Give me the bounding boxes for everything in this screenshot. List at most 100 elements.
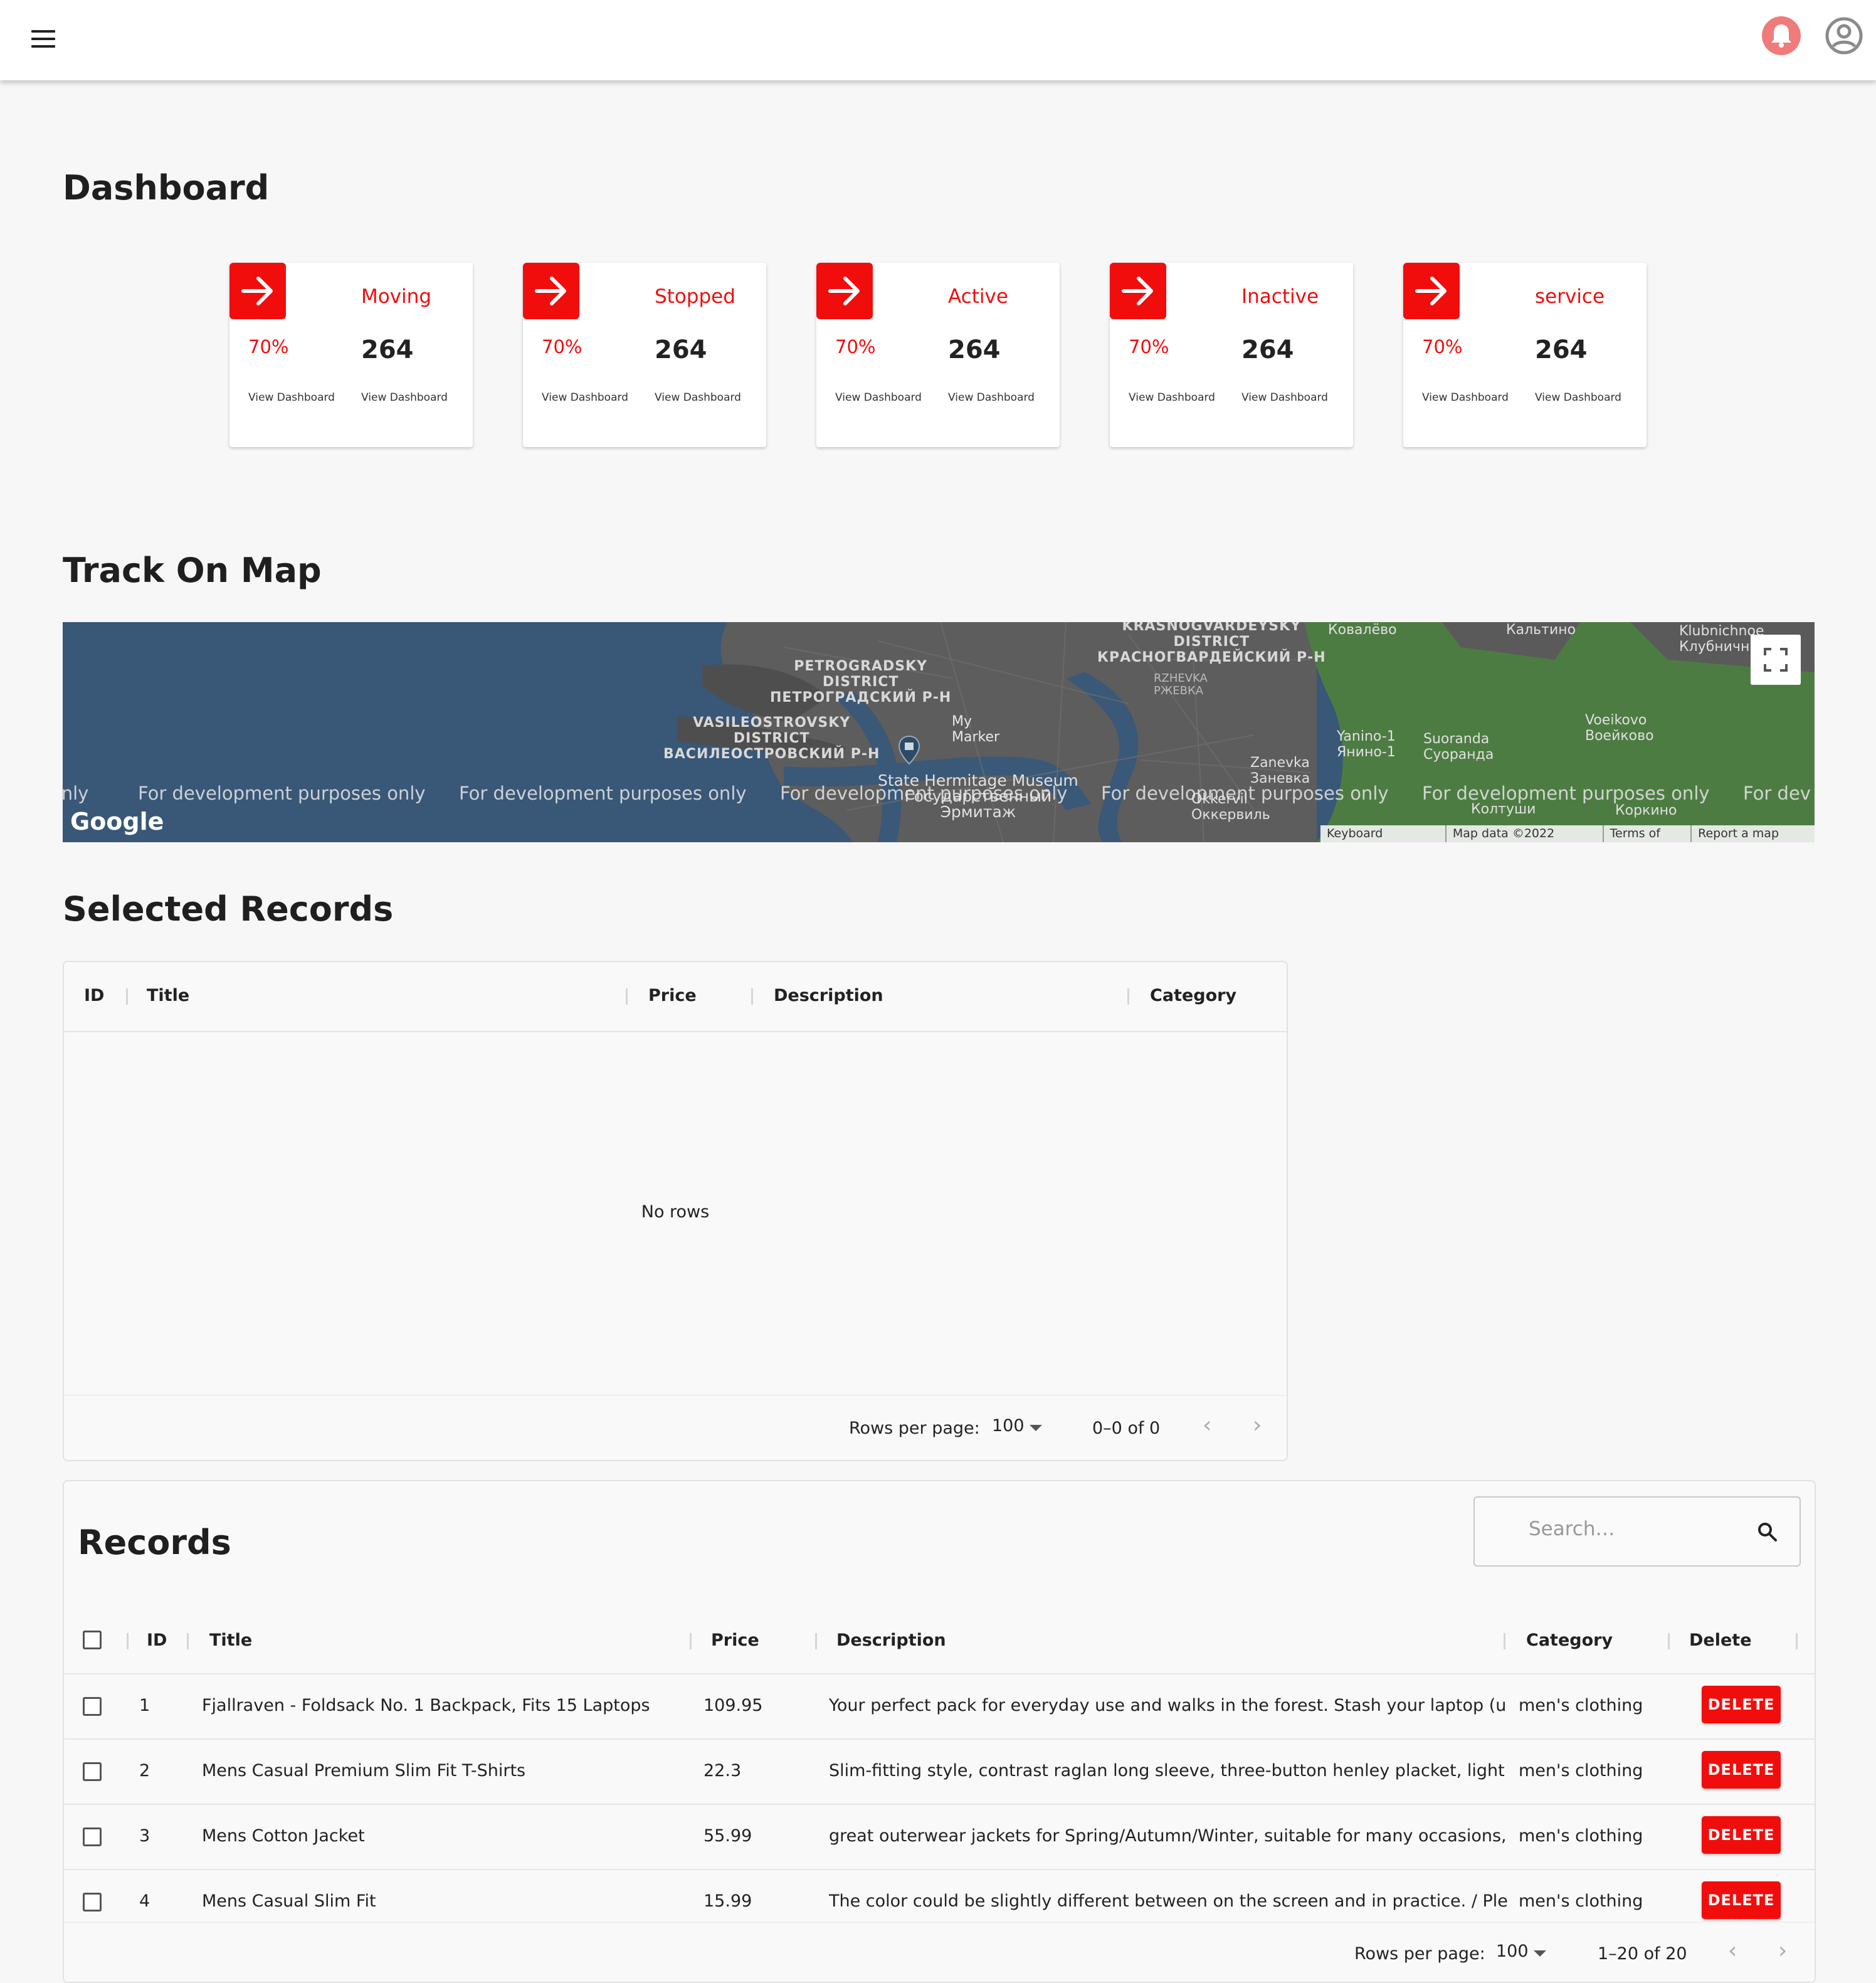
card-count: 264 xyxy=(948,336,1001,364)
map-view[interactable]: PETROGRADSKY DISTRICT ПЕТРОГРАДСКИЙ Р-Н VA… xyxy=(63,622,1815,842)
delete-button[interactable]: DELETE xyxy=(1702,1881,1781,1919)
arrow-right-icon[interactable] xyxy=(523,263,579,319)
select-all-checkbox[interactable] xyxy=(83,1631,102,1649)
map-label-zanevka: Zanevka Заневка xyxy=(1250,755,1310,786)
notifications-button[interactable] xyxy=(1762,16,1801,55)
map-label-voeikovo: Voeikovo Воейково xyxy=(1585,712,1654,744)
column-header-description[interactable]: Description xyxy=(836,1631,946,1650)
row-checkbox[interactable] xyxy=(83,1762,102,1781)
column-header-delete[interactable]: Delete xyxy=(1689,1631,1752,1650)
cell-category: men's clothing xyxy=(1519,1891,1643,1911)
delete-button[interactable]: DELETE xyxy=(1702,1816,1781,1854)
table-row[interactable]: 4 Mens Casual Slim Fit 15.99 The color c… xyxy=(64,1869,1815,1923)
column-header-price[interactable]: Price xyxy=(648,986,697,1005)
view-dashboard-link[interactable]: View Dashboard xyxy=(1129,391,1215,404)
cell-category: men's clothing xyxy=(1519,1761,1643,1780)
delete-button[interactable]: DELETE xyxy=(1702,1686,1781,1723)
pagination-range: 1–20 of 20 xyxy=(1598,1944,1687,1964)
grid-header: ID Title Price Description Category xyxy=(64,962,1287,1032)
table-row[interactable]: 2 Mens Casual Premium Slim Fit T-Shirts … xyxy=(64,1738,1815,1804)
view-dashboard-link[interactable]: View Dashboard xyxy=(655,391,741,404)
status-card-inactive[interactable]: Inactive 70% 264 View Dashboard View Das… xyxy=(1110,263,1353,447)
delete-button[interactable]: DELETE xyxy=(1702,1751,1781,1789)
dev-watermark: onlyFor development purposes onlyFor dev… xyxy=(63,783,1811,804)
view-dashboard-link[interactable]: View Dashboard xyxy=(1241,391,1328,404)
row-checkbox[interactable] xyxy=(83,1827,102,1846)
fullscreen-button[interactable] xyxy=(1751,635,1801,685)
card-percent: 70% xyxy=(1129,336,1169,357)
status-card-stopped[interactable]: Stopped 70% 264 View Dashboard View Dash… xyxy=(523,263,766,447)
grid-header: ID Title Price Description Category Dele… xyxy=(64,1605,1815,1673)
cell-title: Mens Casual Slim Fit xyxy=(202,1891,376,1911)
column-separator[interactable] xyxy=(187,1633,189,1649)
cell-title: Fjallraven - Foldsack No. 1 Backpack, Fi… xyxy=(202,1696,650,1715)
table-row[interactable]: 1 Fjallraven - Foldsack No. 1 Backpack, … xyxy=(64,1673,1815,1738)
arrow-right-icon[interactable] xyxy=(1403,263,1460,319)
card-percent: 70% xyxy=(248,336,289,357)
records-grid: Records Search… ID Title Price Descripti… xyxy=(63,1480,1816,1983)
previous-page-icon[interactable]: ‹ xyxy=(1203,1412,1211,1438)
chevron-down-icon[interactable] xyxy=(1534,1950,1546,1957)
map-label-kovalevo: Ковалёво xyxy=(1328,622,1397,638)
rows-per-page-select[interactable]: 100 xyxy=(992,1416,1025,1436)
no-rows-message: No rows xyxy=(641,1202,710,1222)
table-row[interactable]: 3 Mens Cotton Jacket 55.99 great outerwe… xyxy=(64,1804,1815,1869)
status-card-active[interactable]: Active 70% 264 View Dashboard View Dashb… xyxy=(816,263,1060,447)
column-header-id[interactable]: ID xyxy=(84,986,104,1005)
search-icon[interactable] xyxy=(1757,1521,1778,1543)
search-input[interactable]: Search… xyxy=(1473,1496,1801,1567)
view-dashboard-link[interactable]: View Dashboard xyxy=(542,391,628,404)
column-separator[interactable] xyxy=(1504,1633,1505,1649)
column-header-price[interactable]: Price xyxy=(711,1631,759,1650)
column-separator[interactable] xyxy=(126,988,128,1005)
cell-id: 1 xyxy=(139,1696,150,1715)
view-dashboard-link[interactable]: View Dashboard xyxy=(1535,391,1621,404)
cell-price: 109.95 xyxy=(704,1696,763,1715)
view-dashboard-link[interactable]: View Dashboard xyxy=(835,391,922,404)
view-dashboard-link[interactable]: View Dashboard xyxy=(361,391,448,404)
row-checkbox[interactable] xyxy=(83,1697,102,1716)
column-separator[interactable] xyxy=(751,988,753,1005)
column-separator[interactable] xyxy=(1127,988,1129,1005)
next-page-icon[interactable]: › xyxy=(1778,1938,1787,1964)
column-separator[interactable] xyxy=(815,1633,817,1649)
rows-per-page-select[interactable]: 100 xyxy=(1496,1942,1529,1961)
arrow-right-icon[interactable] xyxy=(816,263,873,319)
column-header-description[interactable]: Description xyxy=(774,986,883,1005)
report-map-error-link[interactable]: Report a map error xyxy=(1692,825,1815,842)
column-separator[interactable] xyxy=(1668,1633,1670,1649)
column-header-title[interactable]: Title xyxy=(147,986,189,1005)
view-dashboard-link[interactable]: View Dashboard xyxy=(248,391,335,404)
column-header-category[interactable]: Category xyxy=(1526,1631,1613,1650)
column-header-id[interactable]: ID xyxy=(147,1631,167,1650)
previous-page-icon[interactable]: ‹ xyxy=(1728,1938,1737,1964)
map-marker-icon[interactable] xyxy=(897,735,922,765)
dashboard-title: Dashboard xyxy=(63,168,270,208)
terms-of-use-link[interactable]: Terms of Use xyxy=(1604,825,1692,842)
status-card-moving[interactable]: Moving 70% 264 View Dashboard View Dashb… xyxy=(229,263,473,447)
next-page-icon[interactable]: › xyxy=(1253,1412,1262,1438)
card-percent: 70% xyxy=(542,336,582,357)
view-dashboard-link[interactable]: View Dashboard xyxy=(1422,391,1509,404)
arrow-right-icon[interactable] xyxy=(1110,263,1166,319)
grid-footer: Rows per page: 100 1–20 of 20 ‹ › xyxy=(64,1922,1815,1982)
status-card-service[interactable]: service 70% 264 View Dashboard View Dash… xyxy=(1403,263,1647,447)
cell-id: 2 xyxy=(139,1761,150,1780)
map-label-korkino: Коркино xyxy=(1615,803,1677,818)
arrow-right-icon[interactable] xyxy=(229,263,286,319)
fullscreen-icon xyxy=(1764,648,1788,672)
column-separator[interactable] xyxy=(127,1633,129,1649)
column-separator[interactable] xyxy=(626,988,628,1005)
hamburger-menu-icon[interactable] xyxy=(31,30,56,49)
column-header-category[interactable]: Category xyxy=(1150,986,1236,1005)
map-data-text: Map data ©2022 Google xyxy=(1447,825,1604,842)
column-header-title[interactable]: Title xyxy=(209,1631,252,1650)
column-separator[interactable] xyxy=(1796,1633,1798,1649)
column-separator[interactable] xyxy=(690,1633,692,1649)
cell-category: men's clothing xyxy=(1519,1826,1643,1846)
account-button[interactable] xyxy=(1825,16,1863,55)
row-checkbox[interactable] xyxy=(83,1893,102,1912)
view-dashboard-link[interactable]: View Dashboard xyxy=(948,391,1035,404)
keyboard-shortcuts-link[interactable]: Keyboard shortcuts xyxy=(1320,825,1447,842)
chevron-down-icon[interactable] xyxy=(1030,1425,1042,1431)
